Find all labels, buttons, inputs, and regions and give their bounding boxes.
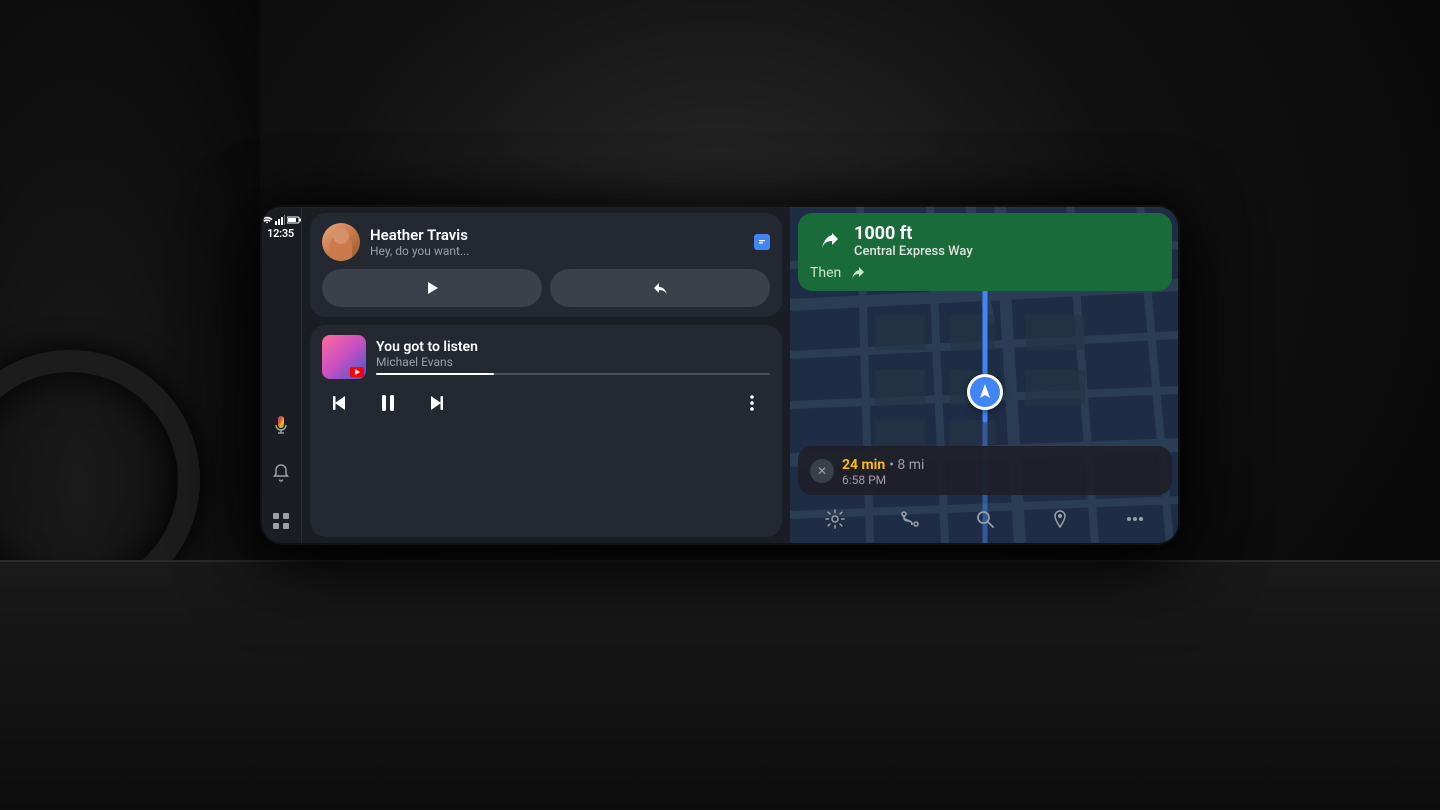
side-nav-icons <box>267 411 295 535</box>
eta-arrival-time: 6:58 PM <box>842 473 924 487</box>
car-display-screen: 12:35 <box>260 205 1180 545</box>
next-icon <box>425 392 447 414</box>
youtube-badge <box>350 367 364 377</box>
play-message-button[interactable] <box>322 269 542 307</box>
contact-name: Heather Travis <box>370 226 744 244</box>
search-icon <box>975 509 995 529</box>
turn-arrow-icon <box>810 223 846 259</box>
pause-icon <box>377 392 399 414</box>
message-actions <box>322 269 770 307</box>
messaging-card: Heather Travis Hey, do you want... <box>310 213 782 317</box>
music-info: You got to listen Michael Evans <box>376 339 770 375</box>
signal-icon <box>275 215 285 225</box>
then-label: Then <box>810 265 841 281</box>
eta-card: ✕ 24 min • 8 mi 6:58 PM <box>798 446 1172 495</box>
messages-app-logo <box>756 236 768 248</box>
eta-info: 24 min • 8 mi 6:58 PM <box>842 454 924 487</box>
routes-icon <box>900 509 920 529</box>
status-icons <box>261 215 301 225</box>
apps-button[interactable] <box>267 507 295 535</box>
message-header: Heather Travis Hey, do you want... <box>322 223 770 261</box>
left-sidebar: 12:35 <box>260 205 302 545</box>
microphone-icon <box>271 415 291 435</box>
app-panel: Heather Travis Hey, do you want... <box>302 205 790 545</box>
song-title: You got to listen <box>376 339 770 355</box>
map-panel: 1000 ft Central Express Way Then ✕ 24 mi… <box>790 205 1180 545</box>
eta-main-row: 24 min • 8 mi <box>842 454 924 473</box>
message-preview: Hey, do you want... <box>370 244 744 258</box>
nav-street: Central Express Way <box>854 244 973 259</box>
grid-icon <box>271 511 291 531</box>
pause-button[interactable] <box>370 385 406 421</box>
routes-button[interactable] <box>892 501 928 537</box>
settings-icon <box>825 509 845 529</box>
status-bar: 12:35 <box>261 215 301 240</box>
pin-icon <box>1050 509 1070 529</box>
navigation-arrow-icon <box>975 382 995 402</box>
bell-icon <box>271 463 291 483</box>
nav-instruction-main: 1000 ft Central Express Way <box>810 223 1160 259</box>
nav-distance: 1000 ft <box>854 223 973 244</box>
play-icon <box>423 279 441 297</box>
eta-duration: 24 min <box>842 457 885 473</box>
artist-name: Michael Evans <box>376 355 770 369</box>
message-info: Heather Travis Hey, do you want... <box>370 226 744 258</box>
wifi-icon <box>261 215 273 225</box>
album-art <box>322 335 366 379</box>
then-turn-icon <box>847 265 867 281</box>
more-map-options-button[interactable] <box>1117 501 1153 537</box>
location-marker <box>967 374 1003 410</box>
previous-track-button[interactable] <box>322 385 358 421</box>
message-app-icon <box>754 234 770 250</box>
screen-content: 12:35 <box>260 205 1180 545</box>
music-controls <box>322 385 770 421</box>
microphone-button[interactable] <box>267 411 295 439</box>
nav-text: 1000 ft Central Express Way <box>854 223 973 259</box>
battery-icon <box>287 216 301 224</box>
more-options-button[interactable] <box>734 385 770 421</box>
eta-distance: 8 mi <box>897 457 924 473</box>
music-header: You got to listen Michael Evans <box>322 335 770 379</box>
progress-fill <box>376 373 494 375</box>
reply-icon <box>651 279 669 297</box>
contact-avatar <box>322 223 360 261</box>
navigation-turn-card: 1000 ft Central Express Way Then <box>798 213 1172 291</box>
progress-bar <box>376 373 770 375</box>
turn-right-icon <box>812 225 844 257</box>
more-vertical-icon <box>741 392 763 414</box>
search-map-button[interactable] <box>967 501 1003 537</box>
close-route-button[interactable]: ✕ <box>810 459 834 483</box>
more-horizontal-icon <box>1125 509 1145 529</box>
current-position-indicator <box>967 374 1003 410</box>
pin-location-button[interactable] <box>1042 501 1078 537</box>
map-controls-bar <box>798 501 1172 537</box>
notifications-button[interactable] <box>267 459 295 487</box>
previous-icon <box>329 392 351 414</box>
nav-then-instruction: Then <box>810 265 1160 281</box>
map-settings-button[interactable] <box>817 501 853 537</box>
music-card: You got to listen Michael Evans <box>310 325 782 537</box>
dashboard-shelf <box>0 560 1440 810</box>
clock: 12:35 <box>267 227 294 240</box>
reply-message-button[interactable] <box>550 269 770 307</box>
next-track-button[interactable] <box>418 385 454 421</box>
